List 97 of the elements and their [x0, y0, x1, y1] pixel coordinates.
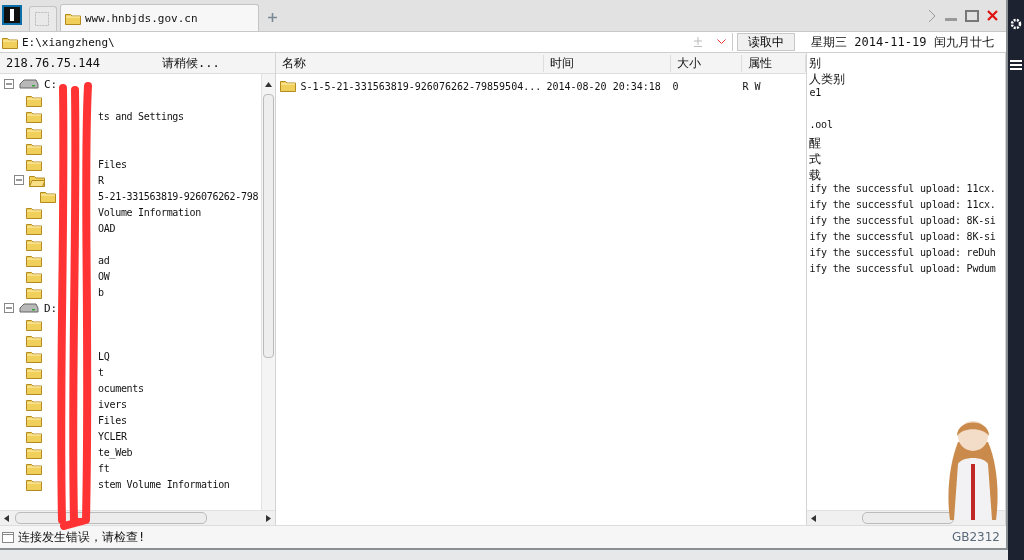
folder-label[interactable]: Files	[98, 158, 262, 170]
folder-icon	[26, 477, 42, 491]
folder-label[interactable]: LQ	[98, 350, 262, 362]
folder-label[interactable]: YCLER	[98, 430, 262, 442]
log-line: 别	[809, 55, 823, 71]
table-cell-text: S-1-5-21-331563819-926076262-79859504...	[299, 80, 543, 92]
collapse-toggle[interactable]	[4, 79, 14, 89]
column-header[interactable]: 属性	[741, 54, 807, 72]
read-button[interactable]: 读取中	[737, 33, 795, 51]
close-icon[interactable]	[987, 10, 998, 21]
log-line: ify the successful upload: 11cx.	[809, 199, 997, 212]
log-line: ify the successful upload: Pwdum	[809, 263, 997, 276]
folder-icon	[26, 93, 42, 107]
log-line: ify the successful upload: 11cx.	[809, 183, 997, 196]
folder-icon	[26, 253, 42, 267]
folder-label[interactable]: 5-21-331563819-926076262-798	[98, 190, 262, 202]
folder-label[interactable]: ivers	[98, 398, 262, 410]
scrollbar-thumb[interactable]	[263, 94, 275, 358]
table-cell-text: 0	[671, 80, 680, 92]
folder-icon	[26, 157, 42, 171]
address-field[interactable]: E:\xiangzheng\	[0, 33, 733, 51]
column-header[interactable]: 时间	[544, 54, 671, 72]
folder-icon	[26, 333, 42, 347]
folder-icon	[26, 125, 42, 139]
host-address: 218.76.75.144	[5, 56, 101, 70]
table-cell-text: 2014-08-20 20:34:18	[545, 80, 662, 92]
folder-icon	[26, 317, 42, 331]
folder-icon	[40, 189, 56, 203]
collapse-toggle[interactable]	[14, 175, 24, 185]
column-header[interactable]: 大小	[670, 54, 742, 72]
scrollbar-thumb[interactable]	[862, 512, 955, 524]
folder-label[interactable]: Files	[98, 414, 262, 426]
folder-icon	[26, 349, 42, 363]
log-line: ify the successful upload: 8K-si	[809, 215, 997, 228]
folder-icon	[26, 269, 42, 283]
date-text: 星期三 2014-11-19 闰九月廿七	[810, 33, 994, 51]
folder-icon	[2, 35, 18, 49]
folder-label[interactable]: ts and Settings	[98, 110, 262, 122]
collapse-toggle[interactable]	[4, 303, 14, 313]
folder-icon	[26, 237, 42, 251]
blank-page-icon	[34, 11, 50, 27]
chevron-right-icon[interactable]	[927, 8, 937, 23]
folder-icon	[26, 205, 42, 219]
folder-icon	[26, 285, 42, 299]
folder-icon	[65, 11, 81, 25]
scroll-arrow-icon[interactable]	[4, 514, 9, 522]
table-cell-text: R W	[741, 80, 762, 92]
folder-label[interactable]: ad	[98, 254, 262, 266]
log-line: 式	[809, 151, 823, 167]
loading-status: 请稍候...	[161, 54, 220, 72]
browser-tab[interactable]: www.hnbjds.gov.cn	[60, 4, 259, 31]
folder-icon	[26, 429, 42, 443]
folder-icon	[26, 397, 42, 411]
log-line: ify the successful upload: reDuh	[809, 247, 997, 260]
folder-label[interactable]: Volume Information	[98, 206, 262, 218]
log-line: e1	[809, 87, 823, 100]
drive-icon	[19, 78, 39, 90]
status-message: 连接发生错误，请检查!	[18, 528, 146, 546]
folder-label[interactable]: b	[98, 286, 262, 298]
plus-minus-icon[interactable]	[694, 37, 703, 47]
folder-icon	[26, 109, 42, 123]
scroll-arrow-icon[interactable]	[266, 514, 272, 522]
scroll-arrow-icon[interactable]	[811, 514, 817, 522]
maximize-icon[interactable]	[965, 9, 979, 22]
folder-icon	[26, 365, 42, 379]
folder-icon	[280, 78, 297, 92]
folder-icon	[26, 445, 42, 459]
folder-label[interactable]: stem Volume Information	[98, 478, 262, 490]
drive-label[interactable]: D:	[44, 301, 58, 315]
folder-label[interactable]: R	[98, 174, 262, 186]
app-icon[interactable]	[2, 5, 22, 25]
folder-label[interactable]: OW	[98, 270, 262, 282]
log-line: 载	[809, 167, 823, 183]
log-line: ify the successful upload: 8K-si	[809, 231, 997, 244]
log-line: .ool	[809, 119, 834, 132]
folder-icon	[26, 141, 42, 155]
drive-icon	[19, 302, 39, 314]
folder-icon	[26, 461, 42, 475]
scroll-arrow-icon[interactable]	[265, 82, 273, 87]
folder-label[interactable]: ocuments	[98, 382, 262, 394]
folder-icon	[26, 381, 42, 395]
folder-icon	[29, 173, 45, 187]
folder-label[interactable]: te_Web	[98, 446, 262, 458]
folder-label[interactable]: ft	[98, 462, 262, 474]
folder-label[interactable]: t	[98, 366, 262, 378]
log-line: 醒	[809, 135, 823, 151]
drive-label[interactable]: C:	[44, 77, 58, 91]
gear-icon[interactable]	[1010, 18, 1022, 30]
folder-label[interactable]: OAD	[98, 222, 262, 234]
encoding-label: GB2312	[951, 530, 1000, 544]
new-tab-icon[interactable]	[267, 13, 277, 22]
folder-icon	[26, 413, 42, 427]
dropdown-caret-icon[interactable]	[717, 39, 726, 45]
menu-icon[interactable]	[1010, 60, 1022, 70]
column-header[interactable]: 名称	[276, 54, 545, 72]
folder-icon	[26, 221, 42, 235]
log-line: 人类别	[809, 71, 846, 87]
